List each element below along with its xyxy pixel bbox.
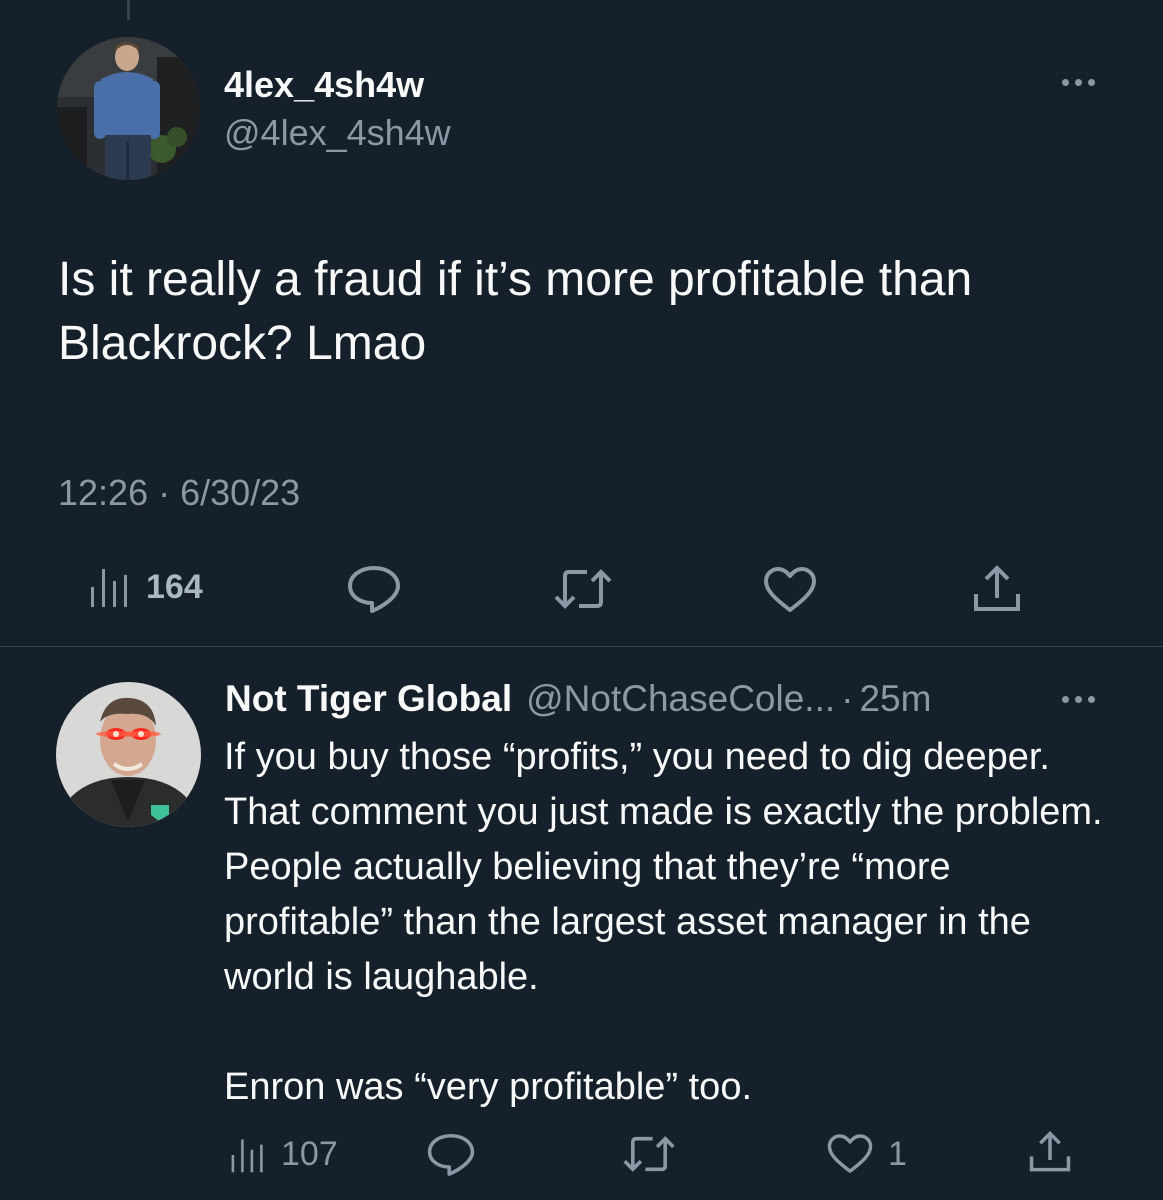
reply-author-avatar-image bbox=[56, 682, 201, 827]
dot bbox=[1062, 696, 1069, 703]
share-button[interactable] bbox=[972, 564, 1022, 614]
speech-bubble-icon bbox=[427, 1133, 475, 1176]
reply-header: Not Tiger Global @NotChaseCole... · 25m bbox=[225, 678, 931, 720]
reply-reply-button[interactable] bbox=[426, 1132, 476, 1177]
reply-views-button[interactable]: 107 bbox=[229, 1135, 338, 1174]
retweet-button[interactable] bbox=[553, 566, 613, 612]
share-icon bbox=[974, 565, 1020, 611]
retweet-icon bbox=[554, 569, 612, 609]
reply-author-avatar[interactable] bbox=[56, 682, 201, 827]
heart-icon bbox=[764, 567, 816, 612]
views-count: 164 bbox=[146, 567, 203, 606]
reply-time[interactable]: 25m bbox=[859, 678, 931, 720]
like-button[interactable] bbox=[762, 566, 818, 614]
reply-like-button[interactable]: 1 bbox=[826, 1133, 907, 1175]
more-dots-icon[interactable] bbox=[1062, 696, 1095, 703]
reply-views-count: 107 bbox=[281, 1135, 338, 1173]
dot bbox=[1075, 696, 1082, 703]
author-handle[interactable]: @4lex_4sh4w bbox=[224, 112, 451, 154]
author-avatar[interactable] bbox=[57, 37, 200, 180]
reply-author-handle[interactable]: @NotChaseCole... bbox=[526, 678, 835, 720]
header-separator: · bbox=[841, 678, 854, 719]
dot bbox=[1062, 79, 1069, 86]
bar-chart-icon bbox=[91, 569, 127, 607]
tweet-thread: 4lex_4sh4w @4lex_4sh4w Is it really a fr… bbox=[0, 0, 1163, 1200]
thread-connector-line bbox=[127, 0, 130, 20]
reply-share-button[interactable] bbox=[1028, 1130, 1072, 1174]
reply-likes-count: 1 bbox=[888, 1134, 907, 1173]
views-button[interactable]: 164 bbox=[88, 565, 203, 609]
reply-button[interactable] bbox=[346, 564, 402, 614]
dot bbox=[1088, 79, 1095, 86]
reply-text: If you buy those “profits,” you need to … bbox=[224, 730, 1124, 1115]
more-dots-icon[interactable] bbox=[1062, 79, 1095, 86]
dot bbox=[1075, 79, 1082, 86]
reply-paragraph-1: If you buy those “profits,” you need to … bbox=[224, 736, 1103, 998]
author-name[interactable]: 4lex_4sh4w bbox=[224, 64, 424, 106]
tweet-timestamp[interactable]: 12:26 · 6/30/23 bbox=[58, 472, 300, 514]
reply-retweet-button[interactable] bbox=[622, 1133, 676, 1175]
heart-icon bbox=[827, 1134, 873, 1173]
author-avatar-image bbox=[57, 37, 200, 180]
speech-bubble-icon bbox=[348, 566, 400, 613]
reply-author-name[interactable]: Not Tiger Global bbox=[225, 678, 512, 720]
bar-chart-icon bbox=[231, 1138, 263, 1172]
divider bbox=[0, 646, 1163, 647]
dot bbox=[1088, 696, 1095, 703]
retweet-icon bbox=[623, 1136, 675, 1172]
tweet-text: Is it really a fraud if it’s more profit… bbox=[58, 253, 973, 370]
reply-paragraph-2: Enron was “very profitable” too. bbox=[224, 1066, 753, 1108]
share-icon bbox=[1029, 1131, 1071, 1172]
